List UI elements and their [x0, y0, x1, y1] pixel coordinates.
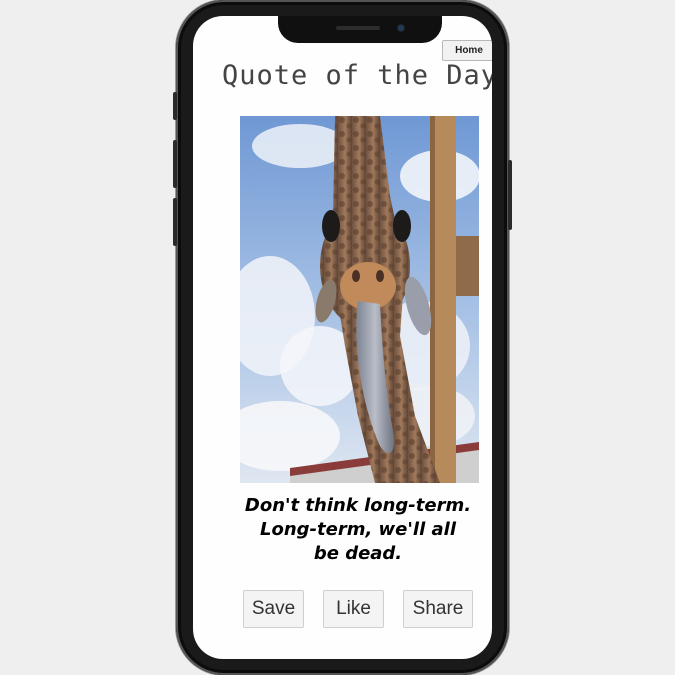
quote-line: Don't think long-term.: [244, 495, 472, 516]
home-button[interactable]: Home: [442, 40, 492, 61]
speaker-grille: [336, 26, 380, 30]
quote-line: Long-term, we'll all: [260, 519, 456, 540]
save-button[interactable]: Save: [243, 590, 304, 628]
share-button[interactable]: Share: [403, 590, 473, 628]
page-title: Quote of the Day: [221, 60, 492, 91]
phone-frame: Home Quote of the Day Don't think long-t…: [173, 0, 512, 675]
front-camera-icon: [398, 25, 404, 31]
quote-line: be dead.: [313, 543, 403, 564]
like-button[interactable]: Like: [323, 590, 384, 628]
phone-side-button: [173, 198, 177, 246]
giraffe-photo: [240, 116, 479, 483]
phone-notch: [278, 16, 442, 43]
phone-screen: Home Quote of the Day Don't think long-t…: [193, 16, 492, 659]
quote-text: Don't think long-term. Long-term, we'll …: [218, 494, 492, 566]
phone-side-button: [508, 160, 512, 230]
phone-side-button: [173, 140, 177, 188]
action-bar: Save Like Share: [243, 590, 473, 628]
phone-side-button: [173, 92, 177, 120]
